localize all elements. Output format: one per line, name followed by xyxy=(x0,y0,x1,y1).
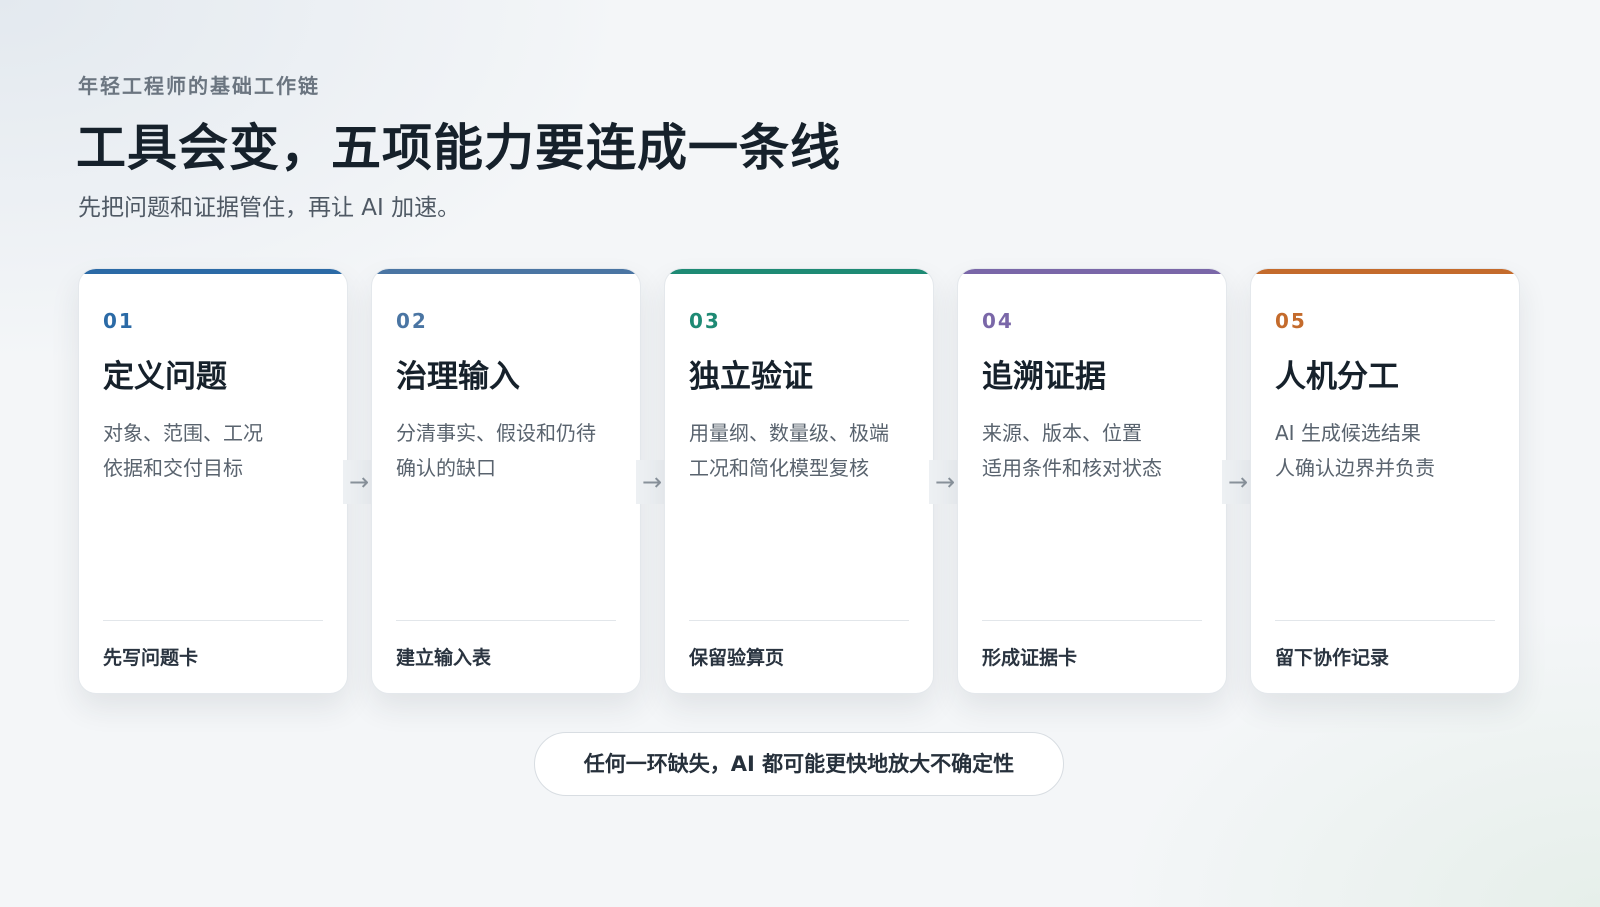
step-card-4: 04 追溯证据 来源、版本、位置 适用条件和核对状态 形成证据卡 xyxy=(957,268,1227,694)
step-number: 02 xyxy=(396,309,428,333)
card-divider xyxy=(982,620,1202,621)
step-desc-line-1: 对象、范围、工况 xyxy=(103,421,263,445)
card-divider xyxy=(1275,620,1495,621)
step-action: 建立输入表 xyxy=(396,647,492,669)
step-title: 定义问题 xyxy=(103,359,227,395)
page-subtitle: 先把问题和证据管住，再让 AI 加速。 xyxy=(78,195,461,221)
step-card-2: 02 治理输入 分清事实、假设和仍待 确认的缺口 建立输入表 xyxy=(371,268,641,694)
card-divider xyxy=(689,620,909,621)
step-desc-line-1: 分清事实、假设和仍待 xyxy=(396,421,596,445)
step-card-5: 05 人机分工 AI 生成候选结果 人确认边界并负责 留下协作记录 xyxy=(1250,268,1520,694)
step-desc-line-2: 依据和交付目标 xyxy=(103,456,243,480)
footer-note: 任何一环缺失，AI 都可能更快地放大不确定性 xyxy=(534,732,1064,796)
step-title: 人机分工 xyxy=(1275,359,1399,395)
step-title: 独立验证 xyxy=(689,359,813,395)
card-accent-bar xyxy=(665,269,933,274)
card-divider xyxy=(396,620,616,621)
step-desc-line-1: AI 生成候选结果 xyxy=(1275,421,1421,445)
step-number: 01 xyxy=(103,309,135,333)
step-desc-line-2: 确认的缺口 xyxy=(396,456,496,480)
card-accent-bar xyxy=(1251,269,1519,274)
step-card-3: 03 独立验证 用量纲、数量级、极端 工况和简化模型复核 保留验算页 xyxy=(664,268,934,694)
step-card-1: 01 定义问题 对象、范围、工况 依据和交付目标 先写问题卡 xyxy=(78,268,348,694)
step-action: 保留验算页 xyxy=(689,647,785,669)
step-title: 治理输入 xyxy=(396,359,520,395)
card-divider xyxy=(103,620,323,621)
step-number: 04 xyxy=(982,309,1014,333)
card-accent-bar xyxy=(958,269,1226,274)
step-action: 形成证据卡 xyxy=(982,647,1078,669)
step-desc-line-1: 用量纲、数量级、极端 xyxy=(689,421,889,445)
card-accent-bar xyxy=(372,269,640,274)
card-accent-bar xyxy=(79,269,347,274)
step-action: 留下协作记录 xyxy=(1275,647,1390,669)
step-desc-line-1: 来源、版本、位置 xyxy=(982,421,1142,445)
step-number: 03 xyxy=(689,309,721,333)
step-desc-line-2: 人确认边界并负责 xyxy=(1275,456,1435,480)
step-action: 先写问题卡 xyxy=(103,647,199,669)
step-desc-line-2: 工况和简化模型复核 xyxy=(689,456,869,480)
eyebrow: 年轻工程师的基础工作链 xyxy=(78,74,320,98)
step-number: 05 xyxy=(1275,309,1307,333)
page-title: 工具会变，五项能力要连成一条线 xyxy=(76,119,841,177)
step-desc-line-2: 适用条件和核对状态 xyxy=(982,456,1162,480)
step-title: 追溯证据 xyxy=(982,359,1106,395)
